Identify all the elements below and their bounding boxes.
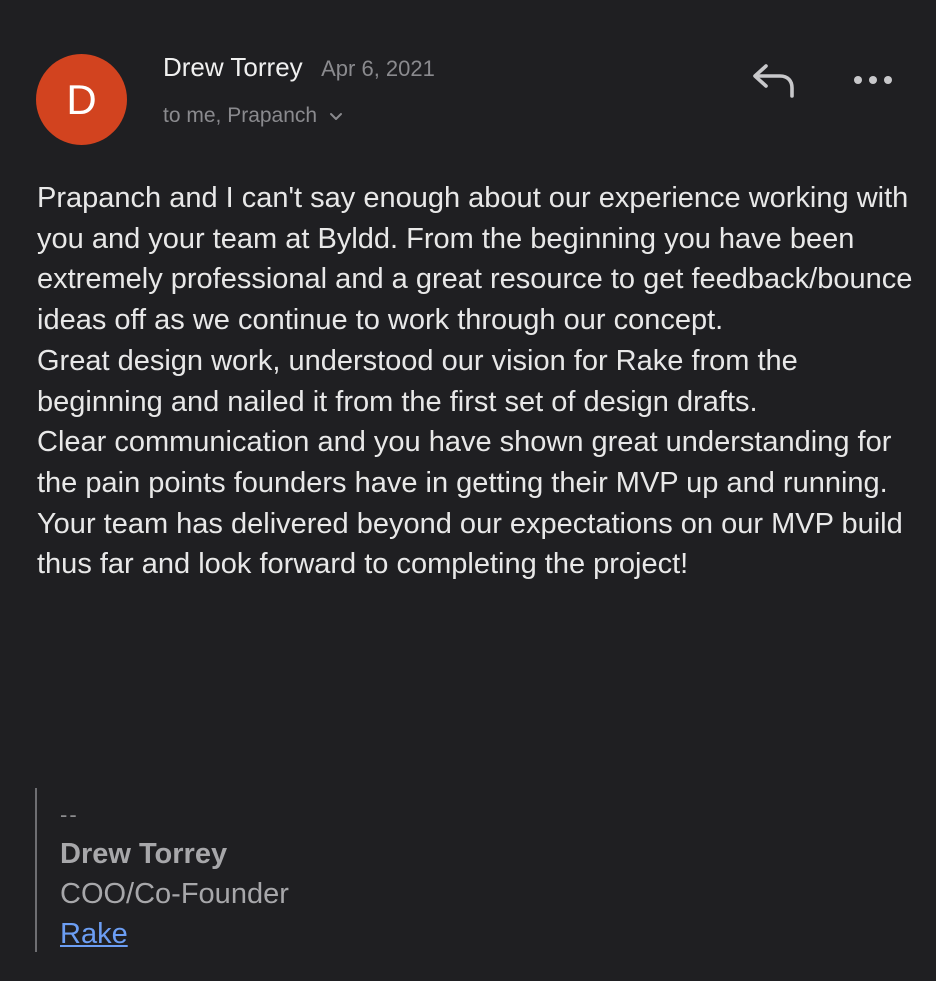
more-options-button[interactable] xyxy=(852,68,894,92)
signature-company-link[interactable]: Rake xyxy=(60,914,128,954)
sender-header: Drew Torrey Apr 6, 2021 xyxy=(163,52,435,83)
signature-separator: -- xyxy=(60,802,79,827)
recipients-toggle[interactable]: to me, Prapanch xyxy=(163,104,343,128)
chevron-down-icon xyxy=(329,113,342,121)
recipients-label: to me, Prapanch xyxy=(163,104,318,127)
reply-icon xyxy=(753,64,794,98)
message-body: Prapanch and I can't say enough about ou… xyxy=(37,178,917,585)
email-message: D Drew Torrey Apr 6, 2021 to me, Prapanc… xyxy=(0,0,936,981)
body-paragraph: Clear communication and you have shown g… xyxy=(37,426,892,499)
body-paragraph: Great design work, understood our vision… xyxy=(37,344,798,418)
reply-button[interactable] xyxy=(750,60,796,100)
body-paragraph: Your team has delivered beyond our expec… xyxy=(37,507,903,581)
sender-name[interactable]: Drew Torrey xyxy=(163,52,303,82)
sender-avatar[interactable]: D xyxy=(36,54,127,145)
more-horizontal-icon xyxy=(854,76,892,84)
body-paragraph: Prapanch and I can't say enough about ou… xyxy=(37,182,913,337)
signature-block: -- Drew Torrey COO/Co-Founder Rake xyxy=(35,788,460,952)
sent-date: Apr 6, 2021 xyxy=(321,56,435,81)
signature-title: COO/Co-Founder xyxy=(60,878,289,910)
signature-name: Drew Torrey xyxy=(60,838,228,870)
